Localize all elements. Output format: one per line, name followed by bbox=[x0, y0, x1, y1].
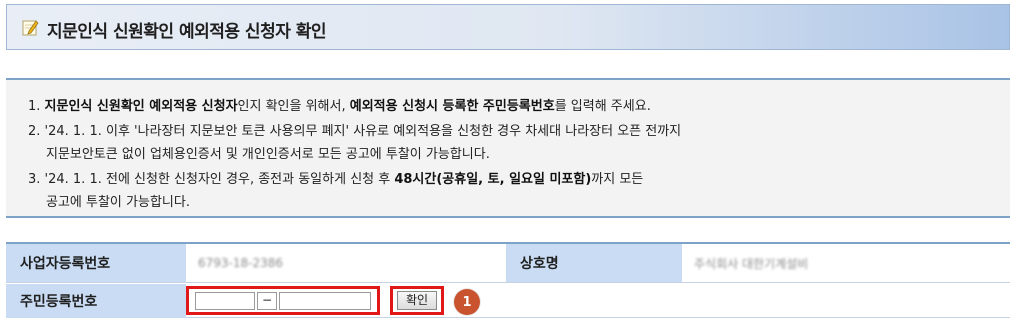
confirm-button[interactable]: 확인 bbox=[397, 291, 437, 310]
notice-line-3-cont: 공고에 투찰이 가능합니다. bbox=[46, 195, 190, 210]
biz-reg-cell: 6793-18-2386 bbox=[186, 244, 506, 282]
notice-text: 를 입력해 주세요. bbox=[554, 99, 651, 114]
notice-text: 3. '24. 1. 1. 전에 신청한 신청자인 경우, 종전과 동일하게 신… bbox=[28, 172, 395, 187]
page-header: 지문인식 신원확인 예외적용 신청자 확인 bbox=[6, 4, 1010, 50]
company-cell: 주식회사 대한기계설비 bbox=[682, 244, 1010, 282]
notice-text: 인지 확인을 위해서, bbox=[237, 99, 350, 114]
rrn-separator: − bbox=[257, 292, 277, 310]
form-row-rrn: 주민등록번호 − 확인 1 bbox=[6, 284, 1010, 318]
notice-emphasis: 48시간(공휴일, 토, 일요일 미포함) bbox=[394, 172, 592, 187]
rrn-front-input[interactable] bbox=[195, 292, 255, 310]
notice-line-2: 2. '24. 1. 1. 이후 '나라장터 지문보안 토큰 사용의무 폐지' … bbox=[28, 124, 682, 139]
rrn-back-input[interactable] bbox=[279, 292, 371, 310]
notice-emphasis: 지문인식 신원확인 예외적용 신청자 bbox=[44, 99, 238, 114]
notice-box: 1. 지문인식 신원확인 예외적용 신청자인지 확인을 위해서, 예외적용 신청… bbox=[6, 78, 1010, 218]
biz-reg-value: 6793-18-2386 bbox=[198, 256, 284, 270]
biz-reg-label: 사업자등록번호 bbox=[6, 244, 186, 282]
notice-line-2-cont: 지문보안토큰 없이 업체용인증서 및 개인인증서로 모든 공고에 투찰이 가능합… bbox=[46, 147, 490, 162]
notice-text: 1. bbox=[28, 99, 45, 114]
step-marker-badge: 1 bbox=[454, 289, 480, 315]
notice-text: 까지 모든 bbox=[591, 172, 644, 187]
company-value: 주식회사 대한기계설비 bbox=[694, 256, 809, 271]
form-row-business: 사업자등록번호 6793-18-2386 상호명 주식회사 대한기계설비 bbox=[6, 244, 1010, 283]
notice-line-1: 1. 지문인식 신원확인 예외적용 신청자인지 확인을 위해서, 예외적용 신청… bbox=[28, 95, 651, 114]
rrn-label: 주민등록번호 bbox=[6, 284, 186, 318]
memo-pencil-icon bbox=[22, 20, 39, 36]
applicant-form: 사업자등록번호 6793-18-2386 상호명 주식회사 대한기계설비 주민등… bbox=[6, 242, 1010, 318]
page-title: 지문인식 신원확인 예외적용 신청자 확인 bbox=[47, 22, 327, 42]
company-label: 상호명 bbox=[506, 244, 682, 282]
notice-emphasis: 예외적용 신청시 등록한 주민등록번호 bbox=[349, 99, 555, 114]
confirm-highlight: 확인 bbox=[390, 286, 444, 315]
rrn-highlight: − bbox=[186, 286, 380, 315]
notice-line-3: 3. '24. 1. 1. 전에 신청한 신청자인 경우, 종전과 동일하게 신… bbox=[28, 168, 643, 187]
